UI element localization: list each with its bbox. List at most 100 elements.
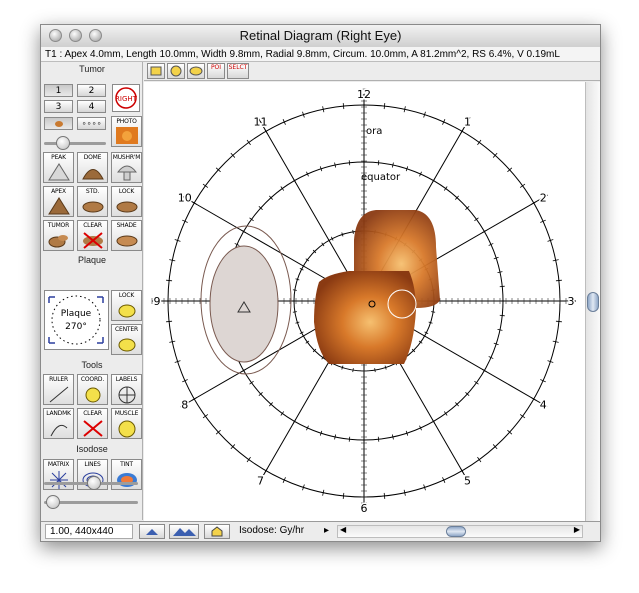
photo-label: PHOTO bbox=[116, 118, 137, 125]
lock-tumor-label: LOCK bbox=[118, 188, 135, 195]
mountain-large-icon bbox=[173, 528, 196, 536]
rotate-view-icon bbox=[170, 65, 182, 77]
isodose-slider-b[interactable] bbox=[44, 495, 138, 509]
section-label-isodose: Isodose bbox=[76, 444, 108, 454]
photo-button[interactable]: PHOTO bbox=[111, 116, 142, 147]
labels-tool[interactable]: LABELS bbox=[111, 374, 142, 405]
clear-tumor-tool[interactable]: CLEAR bbox=[77, 220, 108, 251]
clock-label-12: 12 bbox=[357, 88, 371, 101]
circle-tick bbox=[166, 320, 173, 323]
tumor-tool[interactable]: TUMOR bbox=[43, 220, 74, 251]
apex-tool[interactable]: APEX bbox=[43, 186, 74, 217]
circle-tick bbox=[352, 229, 354, 234]
zoom-out-button[interactable] bbox=[139, 524, 165, 539]
horizontal-scroll-thumb[interactable] bbox=[446, 526, 466, 537]
circle-tick bbox=[431, 311, 436, 313]
lock-plaque-tool[interactable]: LOCK bbox=[111, 290, 142, 321]
rotate-view-button[interactable] bbox=[167, 63, 185, 79]
isodose-units-label: Isodose: Gy/hr bbox=[239, 525, 305, 536]
home-button[interactable] bbox=[204, 524, 230, 539]
plaque-dial[interactable]: Plaque 270° bbox=[44, 290, 109, 350]
ruler-tool[interactable]: RULER bbox=[43, 374, 74, 405]
poi-button[interactable]: POI bbox=[207, 63, 225, 79]
right-badge-text: RIGHT bbox=[115, 95, 138, 103]
center-plaque-tool[interactable]: CENTER bbox=[111, 324, 142, 355]
scroll-left-icon[interactable]: ◀ bbox=[340, 525, 346, 534]
circle-tick bbox=[334, 162, 337, 168]
status-bar: 1.00, 440x440 Isodose: Gy/hr ▸ ◀ ▶ bbox=[41, 521, 600, 541]
circle-tick bbox=[497, 328, 503, 331]
eye-view-button[interactable] bbox=[187, 63, 205, 79]
circle-tick bbox=[377, 436, 380, 442]
right-eye-toggle[interactable]: RIGHT bbox=[112, 84, 140, 112]
muscle-label: MUSCLE bbox=[114, 410, 139, 417]
tumor-shape-icon bbox=[48, 235, 68, 248]
slider-knob[interactable] bbox=[56, 136, 70, 150]
slider-knob[interactable] bbox=[87, 476, 101, 490]
tumor-1-button[interactable]: 1 bbox=[44, 84, 73, 97]
landmark-tool[interactable]: LANDMK bbox=[43, 408, 74, 439]
slider-track bbox=[44, 142, 106, 145]
slider-knob[interactable] bbox=[46, 495, 60, 509]
poi-icon: POI bbox=[210, 64, 222, 71]
horizontal-scrollbar[interactable]: ◀ ▶ bbox=[337, 525, 583, 538]
clock-label-8: 8 bbox=[181, 399, 188, 412]
isodose-units[interactable]: Isodose: Gy/hr ▸ bbox=[235, 524, 331, 539]
circle-tick bbox=[474, 380, 479, 385]
mushroom-tool[interactable]: MUSHR'M bbox=[111, 152, 142, 183]
window-title: Retinal Diagram (Right Eye) bbox=[239, 28, 402, 43]
tumor-4-button[interactable]: 4 bbox=[77, 100, 106, 113]
clear-tools-tool[interactable]: CLEAR bbox=[77, 408, 108, 439]
clock-label-11: 11 bbox=[254, 116, 268, 129]
lock-tumor-tool[interactable]: LOCK bbox=[111, 186, 142, 217]
circle-tick bbox=[246, 456, 251, 463]
scroll-right-icon[interactable]: ▶ bbox=[574, 525, 580, 534]
dome-tool[interactable]: DOME bbox=[77, 152, 108, 183]
shade-label: SHADE bbox=[116, 222, 137, 229]
circle-tick bbox=[474, 217, 479, 222]
clock-label-2: 2 bbox=[540, 192, 547, 205]
standard-icon bbox=[82, 201, 104, 213]
vertical-scrollbar[interactable] bbox=[585, 82, 600, 521]
matrix-label: MATRIX bbox=[47, 461, 70, 468]
clock-label-10: 10 bbox=[178, 192, 192, 205]
select-button[interactable]: SELCT bbox=[227, 63, 249, 79]
circle-tick bbox=[555, 320, 562, 323]
coordinate-tool[interactable]: COORD. bbox=[77, 374, 108, 405]
circle-tick bbox=[348, 160, 351, 166]
mushroom-label: MUSHR'M bbox=[112, 154, 141, 161]
circle-tick bbox=[374, 368, 376, 373]
tumor-3-button[interactable]: 3 bbox=[44, 100, 73, 113]
lines-label: LINES bbox=[84, 461, 101, 468]
tumor-size-slider[interactable] bbox=[44, 136, 106, 150]
retinal-diagram-canvas[interactable]: 12 1 2 3 4 5 6 7 8 9 10 11 ora equator bbox=[144, 82, 585, 521]
measurement-info: T1 : Apex 4.0mm, Length 10.0mm, Width 9.… bbox=[41, 47, 600, 62]
tumor-2-button[interactable]: 2 bbox=[77, 84, 106, 97]
vertical-scroll-thumb[interactable] bbox=[587, 292, 599, 312]
fundus-view-button[interactable] bbox=[147, 63, 165, 79]
peak-tool[interactable]: PEAK bbox=[43, 152, 74, 183]
muscle-tool[interactable]: MUSCLE bbox=[111, 408, 142, 439]
circle-tick bbox=[443, 411, 448, 416]
section-label-plaque: Plaque bbox=[77, 255, 107, 265]
circle-tick bbox=[249, 217, 254, 222]
landmark-label: LANDMK bbox=[46, 410, 71, 417]
multi-dot-button[interactable]: ∘∘∘∘ bbox=[77, 117, 106, 130]
clear-tools-label: CLEAR bbox=[83, 410, 102, 417]
zoom-in-button[interactable] bbox=[169, 524, 199, 539]
circle-tick bbox=[383, 103, 386, 110]
retinal-diagram[interactable]: 121234567891011oraequator bbox=[144, 82, 585, 521]
standard-tool[interactable]: STD. bbox=[77, 186, 108, 217]
circle-tick bbox=[249, 380, 254, 385]
photo-icon bbox=[116, 127, 138, 144]
zoom-readout: 1.00, 440x440 bbox=[45, 524, 133, 539]
isodose-slider-a[interactable] bbox=[44, 476, 138, 490]
labels-icon bbox=[118, 386, 136, 404]
clear-tumor-label: CLEAR bbox=[83, 222, 102, 229]
title-bar[interactable]: Retinal Diagram (Right Eye) bbox=[41, 25, 600, 48]
single-dot-button[interactable] bbox=[44, 117, 73, 130]
apex-label: APEX bbox=[51, 188, 66, 195]
coordinate-icon bbox=[85, 387, 101, 403]
circle-tick bbox=[477, 456, 482, 463]
shade-tool[interactable]: SHADE bbox=[111, 220, 142, 251]
